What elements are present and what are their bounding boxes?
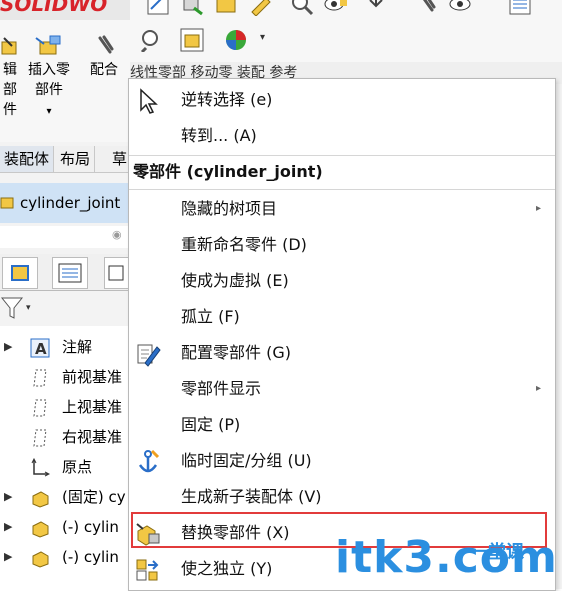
radio-icon[interactable]: ◉ <box>112 228 122 241</box>
expand-arrow-icon[interactable]: ▶ <box>4 542 12 572</box>
assembly-header[interactable]: cylinder_joint <box>0 183 130 223</box>
tree-item-component-fixed[interactable]: ▶ (固定) cy <box>0 482 130 512</box>
mate-button[interactable]: 配合 <box>90 34 118 80</box>
appearance-icon[interactable] <box>224 28 248 52</box>
move-component-icon[interactable] <box>180 0 204 16</box>
edit-component-button[interactable]: 辑 部 件 <box>0 34 20 120</box>
scroll-row: ◉ <box>0 226 130 248</box>
part-icon <box>32 491 49 508</box>
paperclip-icon <box>98 35 114 54</box>
manager-tabs <box>0 254 130 291</box>
tab-assembly[interactable]: 装配体 <box>0 146 55 172</box>
edit-sketch-icon[interactable] <box>248 0 272 16</box>
part-icon <box>32 521 49 538</box>
menu-item-invert-selection[interactable]: 逆转选择 (e) <box>129 82 555 118</box>
feature-manager-tab[interactable] <box>2 257 38 289</box>
expand-arrow-icon[interactable]: ▶ <box>4 512 12 542</box>
edit-component-icon <box>1 37 17 55</box>
chevron-down-icon[interactable]: ▾ <box>46 106 51 117</box>
filter-icon: ▾ <box>0 297 31 319</box>
insert-component-button[interactable]: 插入零 部件 ▾ <box>28 34 70 122</box>
property-manager-icon <box>58 263 82 283</box>
anchor-icon <box>138 449 160 473</box>
part-icon <box>32 551 49 568</box>
tab-layout[interactable]: 布局 <box>56 146 96 172</box>
menu-item-form-new-subassembly[interactable]: 生成新子装配体 (V) <box>129 479 555 515</box>
hide-show-icon[interactable] <box>324 0 348 16</box>
tree-item-front-plane[interactable]: 前视基准 <box>0 362 130 392</box>
make-independent-icon <box>136 559 159 581</box>
component-section-header: 零部件 (cylinder_joint) <box>133 162 323 181</box>
submenu-arrow-icon: ▸ <box>535 383 541 394</box>
submenu-arrow-icon: ▸ <box>535 203 541 214</box>
annotation-icon: A <box>30 338 50 358</box>
tree-item-top-plane[interactable]: 上视基准 <box>0 392 130 422</box>
menu-item-rename-part[interactable]: 重新命名零件 (D) <box>129 227 555 263</box>
svg-text:A: A <box>35 340 47 358</box>
assembly-icon <box>0 197 14 209</box>
filter-button[interactable]: ▾ <box>0 296 34 326</box>
menu-separator <box>129 155 555 156</box>
list-icon[interactable] <box>508 0 532 16</box>
configuration-manager-tab[interactable] <box>104 257 130 289</box>
feature-tree: ▶ A 注解 前视基准 上视基准 右视基准 原点 ▶ (固定) cy ▶ (-)… <box>0 326 130 589</box>
property-manager-tab[interactable] <box>52 257 88 289</box>
feature-manager-icon <box>11 265 29 281</box>
cursor-icon <box>140 88 158 114</box>
zoom-to-fit-icon[interactable] <box>138 28 162 52</box>
menu-item-component-display[interactable]: 零部件显示 ▸ <box>129 371 555 407</box>
expand-arrow-icon[interactable]: ▶ <box>4 482 12 512</box>
rebuild-icon[interactable] <box>364 0 388 16</box>
menu-item-configure-component[interactable]: 配置零部件 (G) <box>129 335 555 371</box>
origin-icon <box>31 458 50 477</box>
component-icon[interactable] <box>180 28 204 52</box>
menu-item-make-virtual[interactable]: 使成为虚拟 (E) <box>129 263 555 299</box>
menu-item-goto[interactable]: 转到... (A) <box>129 118 555 154</box>
expand-arrow-icon[interactable]: ▶ <box>4 332 12 362</box>
insert-component-icon <box>35 35 61 55</box>
plane-icon <box>33 369 47 387</box>
configure-component-icon <box>137 344 161 367</box>
chevron-down-icon[interactable]: ▾ <box>260 32 265 43</box>
command-manager: 辑 部 件 插入零 部件 ▾ 配合 <box>0 20 130 142</box>
sketch-icon[interactable] <box>146 0 170 16</box>
plane-icon <box>33 399 47 417</box>
menu-item-isolate[interactable]: 孤立 (F) <box>129 299 555 335</box>
tree-item-origin[interactable]: 原点 <box>0 452 130 482</box>
tree-item-annotations[interactable]: ▶ A 注解 <box>0 332 130 362</box>
watermark-text: itk3.com <box>335 532 558 583</box>
plane-icon <box>33 429 47 447</box>
svg-text:▾: ▾ <box>26 303 31 313</box>
menu-item-hidden-tree-items[interactable]: 隐藏的树项目 ▸ <box>129 191 555 227</box>
menu-item-fix[interactable]: 固定 (P) <box>129 407 555 443</box>
mate-icon[interactable] <box>414 0 438 16</box>
view-mates-icon[interactable] <box>448 0 472 16</box>
menu-separator <box>129 189 555 190</box>
menu-item-temporary-fix-group[interactable]: 临时固定/分组 (U) <box>129 443 555 479</box>
tree-item-right-plane[interactable]: 右视基准 <box>0 422 130 452</box>
tree-item-component-2[interactable]: ▶ (-) cylin <box>0 512 130 542</box>
command-tabs: 装配体 布局 草 <box>0 146 133 173</box>
component-properties-icon[interactable] <box>214 0 238 16</box>
configuration-manager-icon <box>108 265 124 281</box>
tree-item-component-3[interactable]: ▶ (-) cylin <box>0 542 130 572</box>
solidworks-logo: SOLIDWO <box>0 0 108 16</box>
watermark-cn: 一堂课 <box>470 542 524 563</box>
zoom-selection-icon[interactable] <box>290 0 314 16</box>
